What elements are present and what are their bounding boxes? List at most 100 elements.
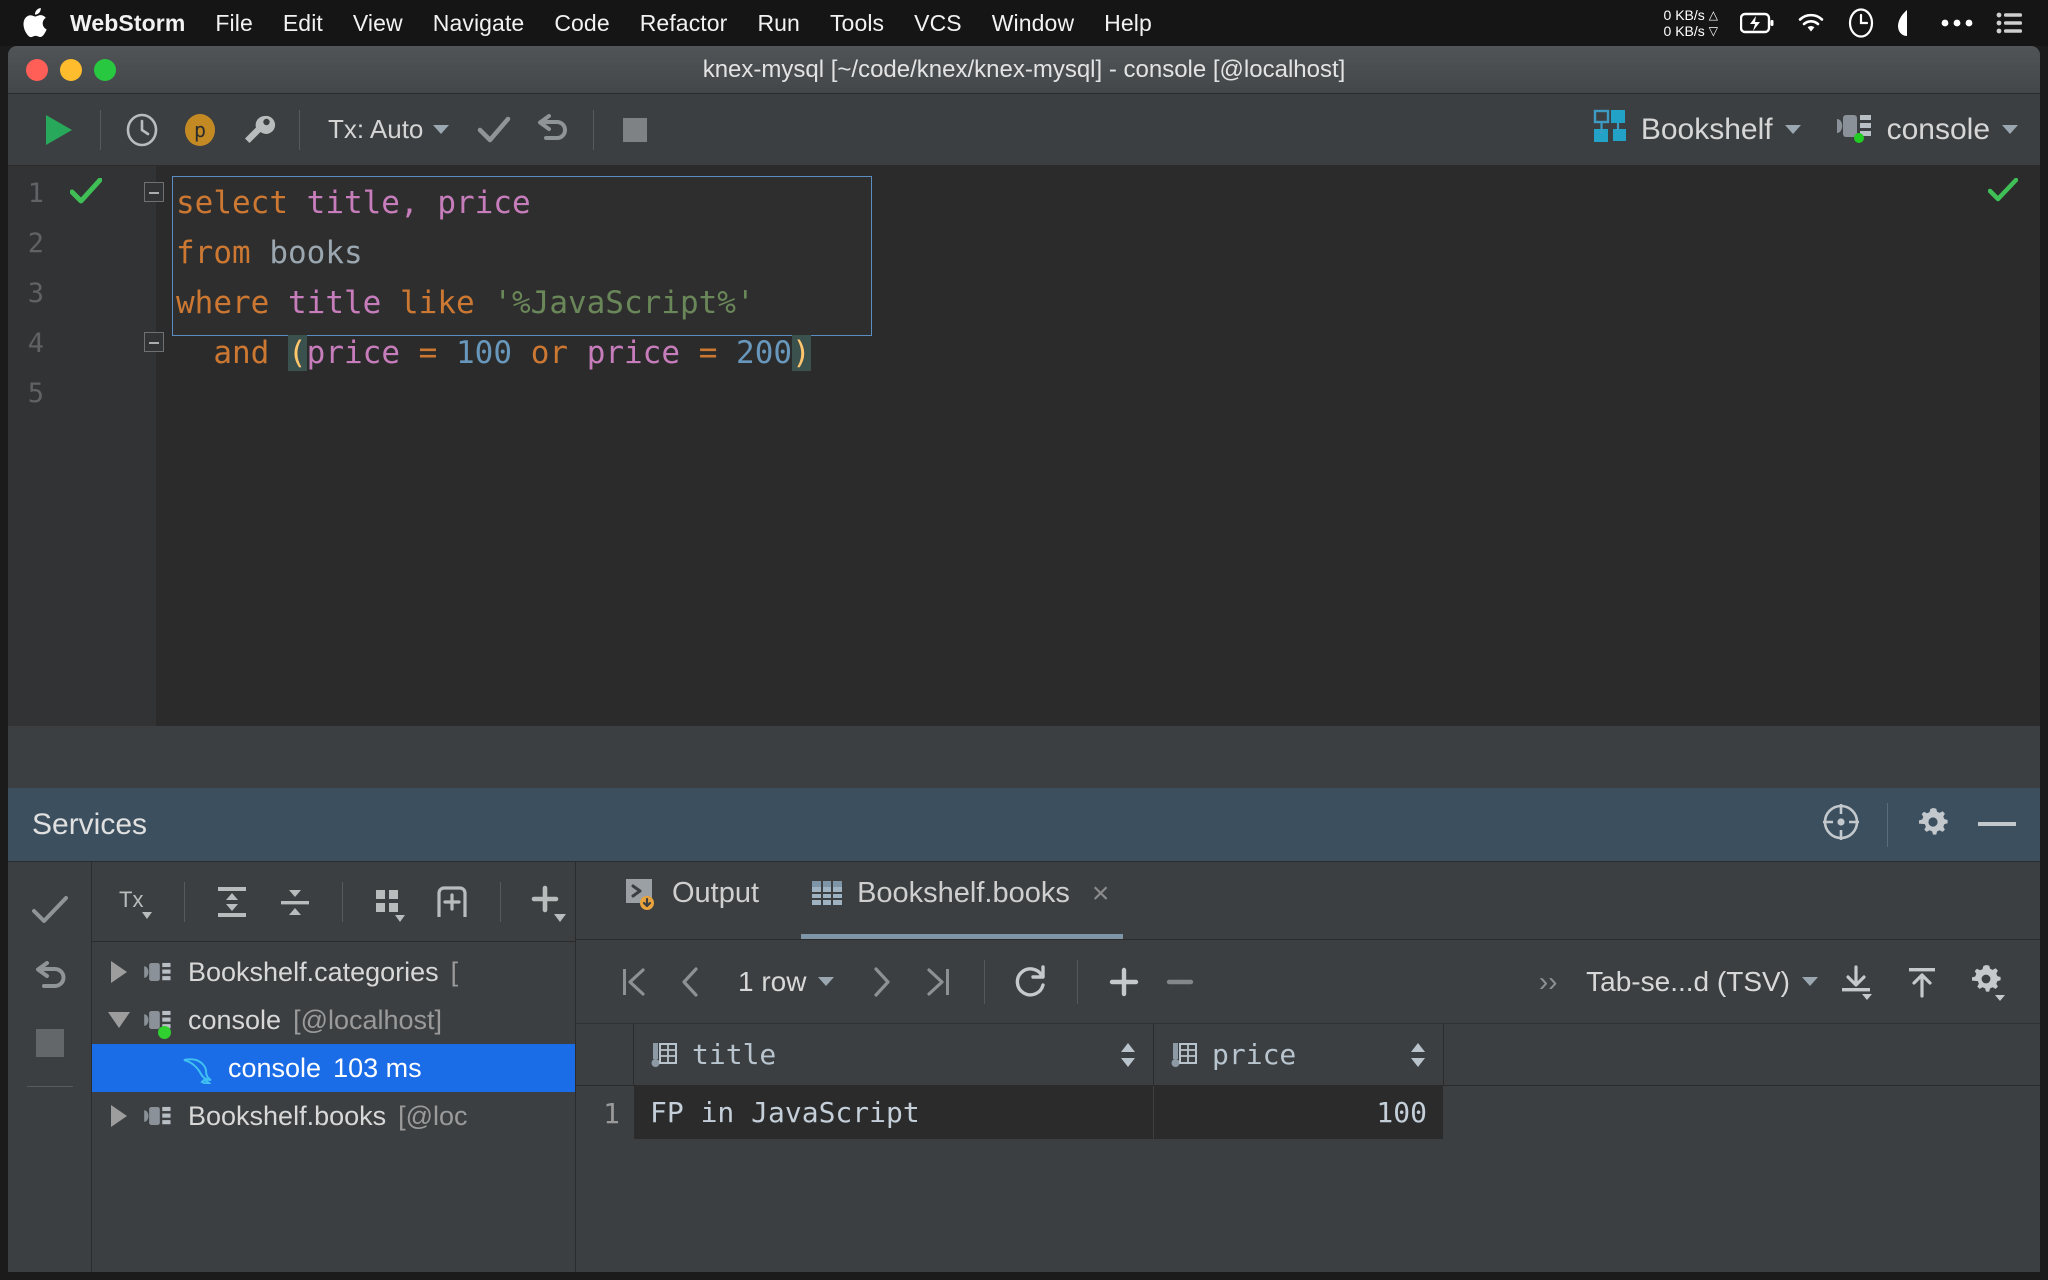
column-header-price[interactable]: price bbox=[1154, 1024, 1444, 1085]
tab-output[interactable]: Output bbox=[606, 862, 781, 939]
tree-item-selected[interactable]: console 103 ms bbox=[92, 1044, 575, 1092]
run-icon[interactable] bbox=[30, 101, 88, 159]
parameters-badge-icon[interactable]: p bbox=[171, 101, 229, 159]
stop-icon[interactable] bbox=[606, 101, 664, 159]
menu-item-refactor[interactable]: Refactor bbox=[640, 10, 728, 37]
editor-code-area[interactable]: select title, price from books where tit… bbox=[156, 166, 2040, 726]
schema-selector[interactable]: Bookshelf bbox=[1593, 109, 1801, 151]
expand-all-icon[interactable] bbox=[205, 874, 259, 930]
token-select: select bbox=[176, 185, 288, 221]
wrench-icon[interactable] bbox=[229, 101, 287, 159]
first-page-icon[interactable] bbox=[606, 954, 662, 1010]
apple-logo-icon[interactable] bbox=[22, 8, 48, 38]
toolbar-divider-3 bbox=[593, 109, 595, 150]
menu-item-window[interactable]: Window bbox=[992, 10, 1074, 37]
token-or: or bbox=[530, 335, 569, 371]
sort-arrows-icon[interactable] bbox=[1409, 1042, 1427, 1068]
tree-item[interactable]: Bookshelf.books [@loc bbox=[92, 1092, 575, 1140]
close-icon[interactable]: × bbox=[1092, 877, 1110, 911]
traffic-lights bbox=[8, 58, 116, 81]
token-eq1: = bbox=[418, 335, 438, 371]
rail-commit-check-icon[interactable] bbox=[18, 878, 82, 944]
add-icon[interactable] bbox=[521, 874, 575, 930]
cell-price[interactable]: 100 bbox=[1154, 1086, 1444, 1140]
menu-item-vcs[interactable]: VCS bbox=[914, 10, 962, 37]
minimize-icon[interactable] bbox=[1978, 816, 2016, 834]
row-count-label: 1 row bbox=[738, 965, 807, 997]
add-panel-icon[interactable] bbox=[425, 874, 479, 930]
minimize-button[interactable] bbox=[60, 58, 82, 81]
cell-title[interactable]: FP in JavaScript bbox=[634, 1086, 1154, 1140]
battery-charging-icon[interactable] bbox=[1740, 12, 1774, 34]
clock-icon[interactable] bbox=[1848, 8, 1874, 38]
table-row[interactable]: 1 FP in JavaScript 100 bbox=[576, 1086, 2040, 1140]
sql-editor[interactable]: 1 2 3 4 5 select title, price from books… bbox=[8, 166, 2040, 726]
menu-item-file[interactable]: File bbox=[215, 10, 252, 37]
refresh-icon[interactable] bbox=[1003, 954, 1059, 1010]
tree-item[interactable]: console [@localhost] bbox=[92, 996, 575, 1044]
last-page-icon[interactable] bbox=[910, 954, 966, 1010]
dropbox-icon[interactable] bbox=[1896, 9, 1918, 37]
control-center-icon[interactable] bbox=[1996, 11, 2024, 35]
tree-item-label: Bookshelf.categories bbox=[188, 956, 439, 987]
session-selector[interactable]: console bbox=[1835, 109, 2018, 151]
add-row-icon[interactable] bbox=[1096, 954, 1152, 1010]
target-icon[interactable] bbox=[1821, 802, 1861, 847]
tree-item-suffix: [@loc bbox=[398, 1100, 468, 1131]
group-by-icon[interactable] bbox=[363, 874, 417, 930]
net-upload-speed: 0 KB/s bbox=[1663, 7, 1705, 23]
tree-item-label: Bookshelf.books bbox=[188, 1100, 387, 1131]
tree-item[interactable]: Bookshelf.categories [ bbox=[92, 948, 575, 996]
menu-item-run[interactable]: Run bbox=[757, 10, 800, 37]
inspection-ok-icon[interactable] bbox=[1987, 177, 2019, 209]
next-page-icon[interactable] bbox=[854, 954, 910, 1010]
download-icon[interactable] bbox=[1828, 954, 1884, 1010]
expand-triangle-icon[interactable] bbox=[108, 961, 130, 983]
token-num200: 200 bbox=[736, 335, 793, 371]
tx-mode-dropdown[interactable]: Tx: Auto bbox=[312, 114, 465, 145]
toolbar-divider-2 bbox=[342, 881, 343, 922]
grid-settings-icon[interactable] bbox=[1960, 954, 2016, 1010]
menu-item-help[interactable]: Help bbox=[1104, 10, 1152, 37]
results-grid[interactable]: title price 1 FP in JavaScript 100 bbox=[576, 1024, 2040, 1272]
commit-icon[interactable] bbox=[465, 101, 523, 159]
menu-item-view[interactable]: View bbox=[353, 10, 403, 37]
token-price3: price bbox=[586, 335, 681, 371]
column-header-title[interactable]: title bbox=[634, 1024, 1154, 1085]
menu-item-tools[interactable]: Tools bbox=[830, 10, 884, 37]
overflow-icon[interactable]: ›› bbox=[1520, 954, 1576, 1010]
settings-gear-icon[interactable] bbox=[1914, 803, 1952, 846]
row-count-dropdown[interactable]: 1 row bbox=[718, 966, 854, 998]
rail-rollback-icon[interactable] bbox=[18, 944, 82, 1010]
sql-code-text[interactable]: select title, price from books where tit… bbox=[176, 178, 811, 378]
menu-item-webstorm[interactable]: WebStorm bbox=[70, 10, 185, 37]
prev-page-icon[interactable] bbox=[662, 954, 718, 1010]
services-tree[interactable]: Bookshelf.categories [ console [@localhost… bbox=[92, 942, 575, 1140]
collapse-all-icon[interactable] bbox=[268, 874, 322, 930]
wifi-icon[interactable] bbox=[1796, 12, 1826, 34]
history-icon[interactable] bbox=[113, 101, 171, 159]
collapse-triangle-icon[interactable] bbox=[108, 1012, 130, 1028]
grid-header-row: title price bbox=[576, 1024, 2040, 1086]
menu-item-edit[interactable]: Edit bbox=[283, 10, 323, 37]
expand-triangle-icon[interactable] bbox=[108, 1105, 130, 1127]
tx-button[interactable]: Tx bbox=[110, 874, 164, 930]
token-paren-open: ( bbox=[288, 335, 307, 371]
zoom-button[interactable] bbox=[94, 58, 116, 81]
token-books: books bbox=[269, 235, 363, 271]
tx-mode-label: Tx: Auto bbox=[328, 114, 424, 144]
tab-bookshelf-books[interactable]: Bookshelf.books × bbox=[793, 862, 1131, 939]
ellipsis-icon[interactable] bbox=[1940, 18, 1974, 28]
sort-arrows-icon[interactable] bbox=[1119, 1042, 1137, 1068]
close-button[interactable] bbox=[26, 58, 48, 81]
rollback-icon[interactable] bbox=[523, 101, 581, 159]
services-title: Services bbox=[32, 807, 148, 841]
format-dropdown[interactable]: Tab-se...d (TSV) bbox=[1586, 966, 1818, 998]
upload-icon[interactable] bbox=[1894, 954, 1950, 1010]
rail-stop-icon[interactable] bbox=[18, 1010, 82, 1076]
gutter-run-check-icon[interactable] bbox=[69, 177, 103, 211]
header-divider bbox=[1887, 802, 1888, 847]
menu-item-navigate[interactable]: Navigate bbox=[433, 10, 525, 37]
menu-item-code[interactable]: Code bbox=[554, 10, 609, 37]
delete-row-icon[interactable] bbox=[1152, 954, 1208, 1010]
